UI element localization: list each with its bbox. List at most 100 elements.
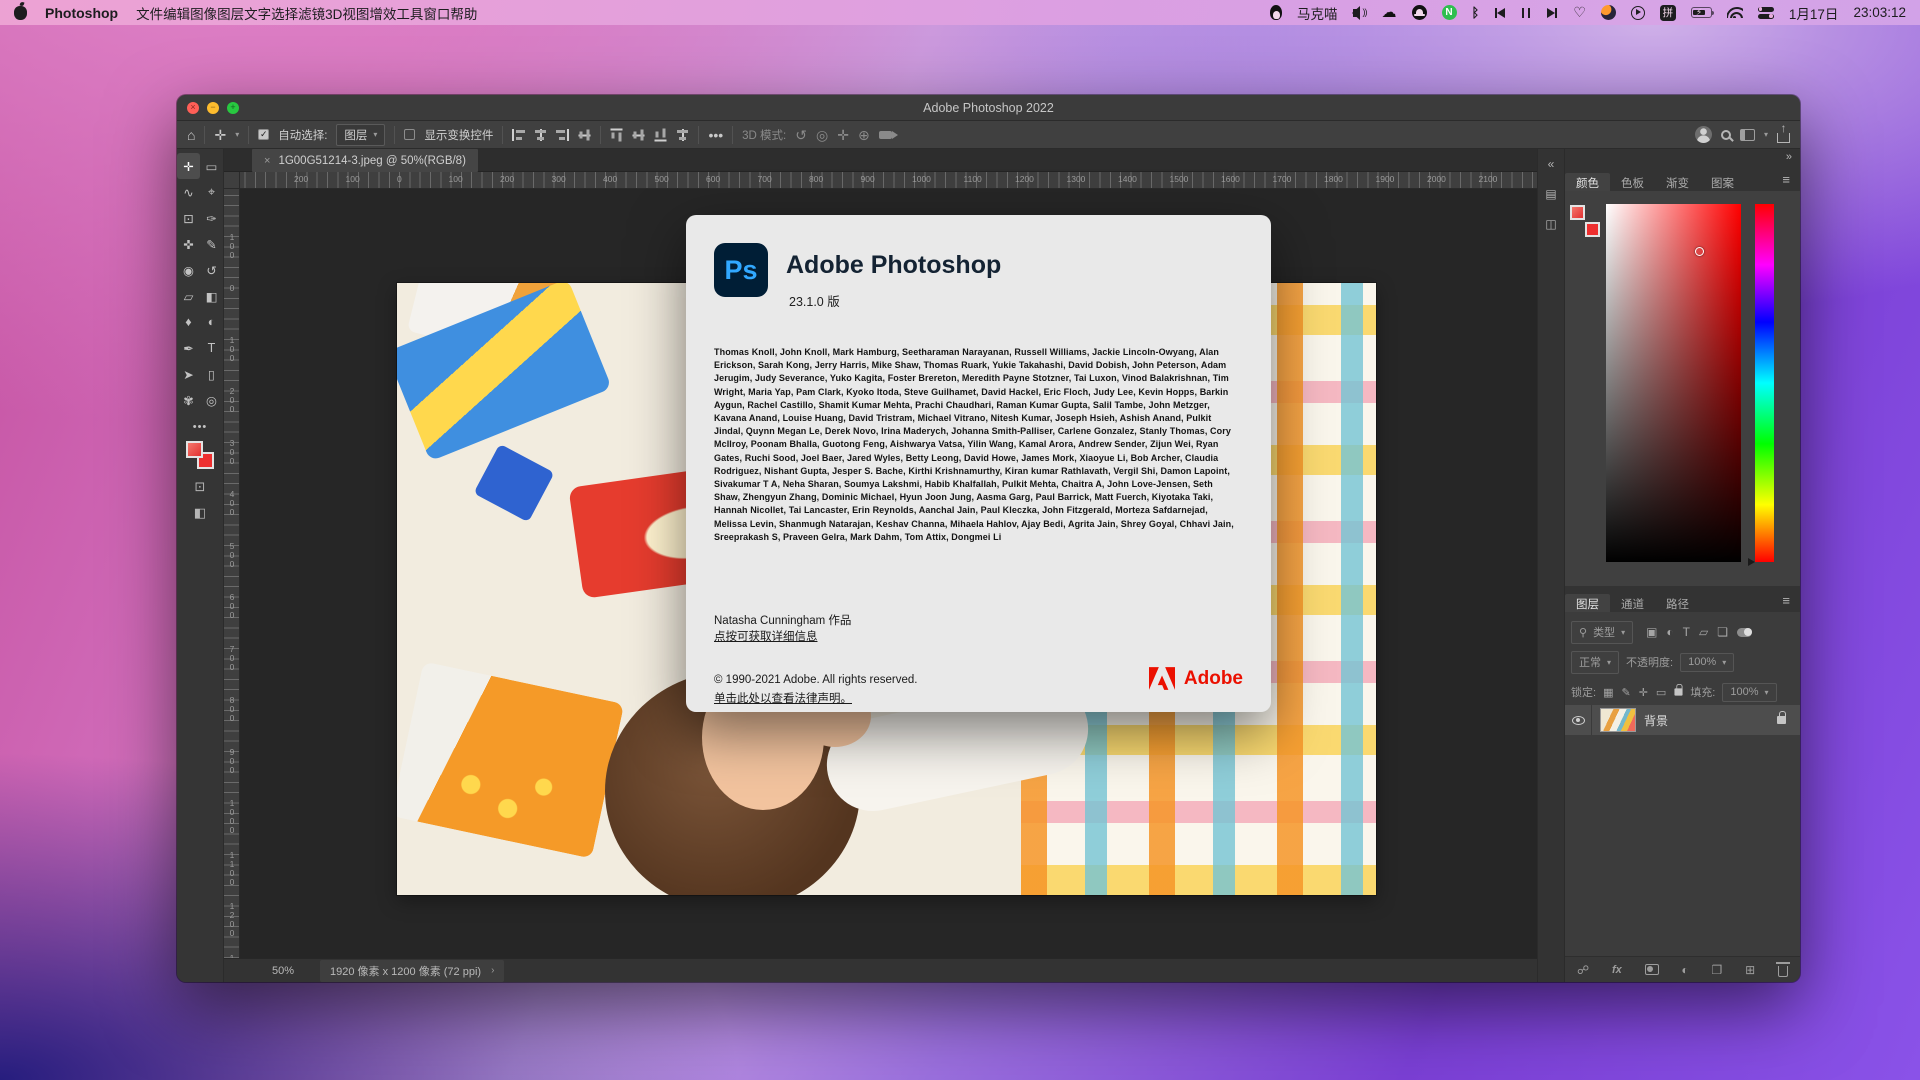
cloud-icon[interactable]: ☁ xyxy=(1382,5,1397,20)
pause-icon[interactable] xyxy=(1522,8,1530,18)
lock-all-icon[interactable] xyxy=(1675,688,1683,695)
bluetooth-icon[interactable]: ᛒ xyxy=(1472,5,1480,20)
distribute-vertical-icon[interactable] xyxy=(633,128,645,141)
history-panel-icon[interactable]: ▤ xyxy=(1545,187,1556,201)
menu-item[interactable]: 文字 xyxy=(244,7,271,22)
blur-tool[interactable]: ♦ xyxy=(177,309,200,335)
shape-tool[interactable]: ▯ xyxy=(200,361,223,387)
opacity-dropdown[interactable]: 100% ▾ xyxy=(1680,653,1734,672)
lock-position-icon[interactable]: ✛ xyxy=(1639,686,1648,699)
3d-pan-icon[interactable]: ✛ xyxy=(837,128,849,142)
alfred-icon[interactable] xyxy=(1412,5,1427,20)
layer-effects-icon[interactable]: fx xyxy=(1612,964,1622,976)
chevron-down-icon[interactable]: ▾ xyxy=(235,130,239,139)
gradient-tool[interactable]: ◧ xyxy=(200,283,223,309)
layer-row-background[interactable]: 背景 xyxy=(1565,705,1800,735)
control-center-icon[interactable] xyxy=(1758,7,1774,19)
hue-slider[interactable] xyxy=(1755,204,1774,562)
fill-dropdown[interactable]: 100% ▾ xyxy=(1722,683,1776,702)
zoom-level[interactable]: 50% xyxy=(272,965,294,977)
menu-item[interactable]: 滤镜 xyxy=(298,7,325,22)
netease-icon[interactable] xyxy=(1442,5,1457,20)
play-circle-icon[interactable] xyxy=(1631,6,1645,20)
distribute-horizontal-icon[interactable] xyxy=(676,129,689,141)
adjustment-layer-icon[interactable]: ◐ xyxy=(1681,963,1688,977)
auto-select-checkbox[interactable]: ✓ xyxy=(258,129,269,140)
menu-item[interactable]: 视图 xyxy=(342,7,369,22)
collapse-to-icons-icon[interactable]: » xyxy=(1786,151,1792,163)
zoom-tool[interactable]: ◎ xyxy=(200,387,223,413)
eyedropper-tool[interactable]: ✑ xyxy=(200,205,223,231)
input-method-badge[interactable]: 拼 xyxy=(1660,5,1676,21)
account-avatar[interactable] xyxy=(1695,126,1712,143)
path-selection-tool[interactable]: ➤ xyxy=(177,361,200,387)
crop-tool[interactable]: ⊡ xyxy=(177,205,200,231)
3d-roll-icon[interactable]: ◎ xyxy=(816,128,828,142)
distribute-top-icon[interactable] xyxy=(611,128,623,141)
legal-notices-link[interactable]: 单击此处以查看法律声明。 xyxy=(714,690,852,706)
heart-icon[interactable]: ♡ xyxy=(1573,4,1586,21)
home-icon[interactable]: ⌂ xyxy=(187,128,195,142)
color-swatches-widget[interactable] xyxy=(1568,203,1602,239)
filter-smart-objects-icon[interactable]: ❏ xyxy=(1717,625,1728,639)
object-selection-tool[interactable]: ⌖ xyxy=(200,179,223,205)
blend-mode-dropdown[interactable]: 正常 ▾ xyxy=(1571,651,1619,674)
move-tool[interactable]: ✛ xyxy=(177,153,200,179)
lasso-tool[interactable]: ∿ xyxy=(177,179,200,205)
lock-transparent-pixels-icon[interactable]: ▦ xyxy=(1603,686,1613,699)
history-brush-tool[interactable]: ↺ xyxy=(200,257,223,283)
menu-app-name[interactable]: Photoshop xyxy=(45,5,118,21)
3d-camera-icon[interactable] xyxy=(879,131,892,139)
menu-item[interactable]: 窗口 xyxy=(423,7,450,22)
menu-item[interactable]: 增效工具 xyxy=(369,7,423,22)
menu-item[interactable]: 编辑 xyxy=(163,7,190,22)
auto-select-dropdown[interactable]: 图层 ▾ xyxy=(336,124,385,146)
filter-adjustment-layers-icon[interactable]: ◐ xyxy=(1666,625,1673,639)
3d-slide-icon[interactable]: ⊕ xyxy=(858,128,870,142)
quick-mask-icon[interactable]: ⊡ xyxy=(195,479,206,495)
document-info[interactable]: 1920 像素 x 1200 像素 (72 ppi) › xyxy=(320,960,504,982)
filter-type-layers-icon[interactable]: T xyxy=(1683,625,1690,639)
distribute-bottom-icon[interactable] xyxy=(655,128,667,141)
filter-toggle[interactable] xyxy=(1737,628,1752,637)
hand-tool[interactable]: ✾ xyxy=(177,387,200,413)
close-tab-icon[interactable]: × xyxy=(264,155,270,167)
foreground-color-swatch[interactable] xyxy=(186,441,203,458)
align-right-icon[interactable] xyxy=(556,129,569,141)
new-layer-icon[interactable]: ⊞ xyxy=(1745,963,1755,977)
window-titlebar[interactable]: × − + Adobe Photoshop 2022 xyxy=(177,95,1800,121)
layer-filter-dropdown[interactable]: ⚲ 类型 ▾ xyxy=(1571,621,1633,644)
align-center-horizontal-icon[interactable] xyxy=(534,129,547,141)
saturation-brightness-field[interactable] xyxy=(1606,204,1741,562)
menu-item[interactable]: 文件 xyxy=(136,7,163,22)
layer-visibility-toggle[interactable] xyxy=(1565,705,1592,735)
chevron-down-icon[interactable]: ▾ xyxy=(1764,130,1768,139)
dodge-tool[interactable]: ◐ xyxy=(200,309,223,335)
new-group-icon[interactable]: ❐ xyxy=(1712,963,1723,977)
volume-icon[interactable] xyxy=(1353,9,1359,17)
move-tool-icon[interactable]: ✛ xyxy=(214,128,226,142)
document-tab[interactable]: × 1G00G51214-3.jpeg @ 50%(RGB/8) xyxy=(252,149,478,172)
menu-clock[interactable]: 23:03:12 xyxy=(1853,5,1906,20)
menu-item[interactable]: 帮助 xyxy=(450,7,477,22)
healing-brush-tool[interactable]: ✜ xyxy=(177,231,200,257)
brush-tool[interactable]: ✎ xyxy=(200,231,223,257)
type-tool[interactable]: T xyxy=(200,335,223,361)
align-top-icon[interactable] xyxy=(579,128,591,141)
panel-menu-icon[interactable]: ≡ xyxy=(1782,172,1790,191)
about-photoshop-dialog[interactable]: Ps Adobe Photoshop 23.1.0 版 Thomas Knoll… xyxy=(686,215,1271,712)
3d-orbit-icon[interactable]: ↺ xyxy=(795,128,807,142)
ruler-horizontal[interactable]: 2001000100200300400500600700800900100011… xyxy=(224,172,1537,189)
background-color-swatch[interactable] xyxy=(1585,222,1600,237)
menu-date[interactable]: 1月17日 xyxy=(1789,3,1839,23)
show-transform-checkbox[interactable] xyxy=(404,129,415,140)
foreground-color-swatch[interactable] xyxy=(1570,205,1585,220)
share-icon[interactable] xyxy=(1777,133,1790,143)
lock-artboard-icon[interactable]: ▭ xyxy=(1656,686,1666,699)
wifi-icon[interactable] xyxy=(1727,7,1743,18)
lock-image-pixels-icon[interactable]: ✎ xyxy=(1621,686,1630,699)
menu-item[interactable]: 图像 xyxy=(190,7,217,22)
menu-item[interactable]: 3D xyxy=(325,7,342,22)
more-options-icon[interactable]: ••• xyxy=(708,128,723,142)
search-icon[interactable] xyxy=(1721,130,1731,140)
